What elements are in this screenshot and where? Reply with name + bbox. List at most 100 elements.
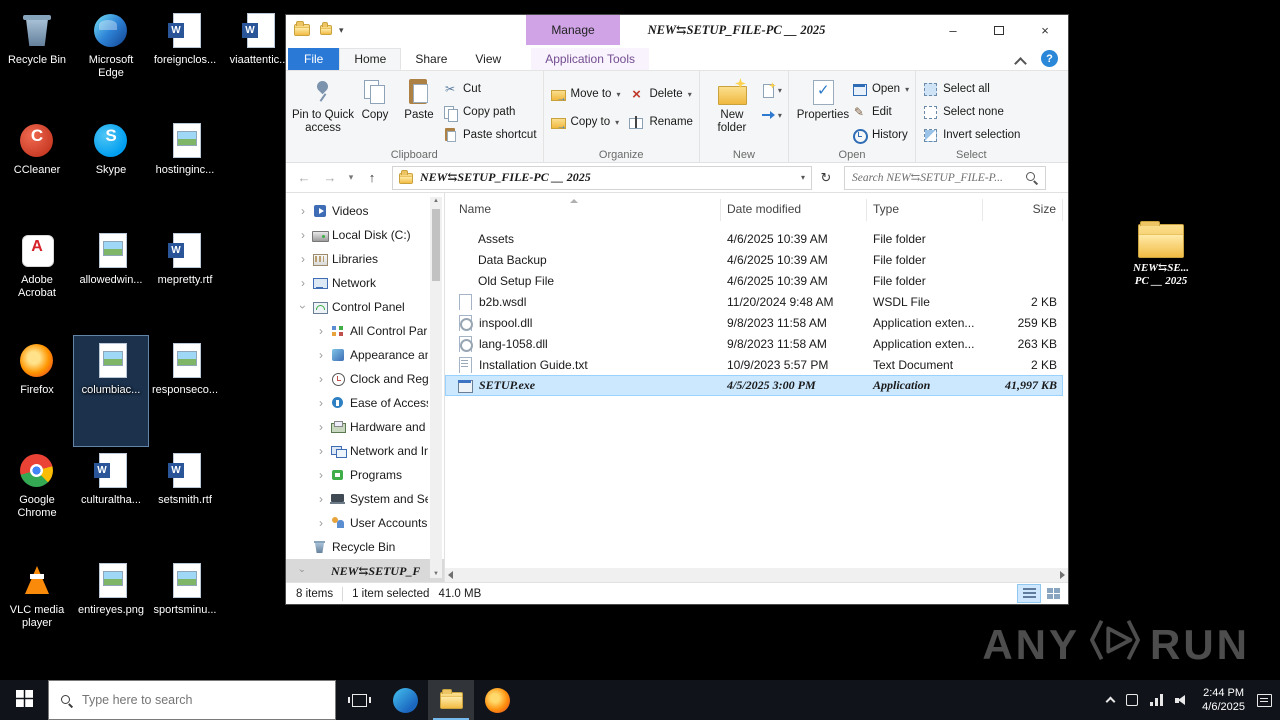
- move-to-button[interactable]: Move to ▾: [550, 86, 620, 104]
- chevron-icon[interactable]: [316, 470, 326, 480]
- open-button[interactable]: Open ▾: [851, 81, 909, 97]
- taskbar-clock[interactable]: 2:44 PM 4/6/2025: [1202, 686, 1245, 715]
- column-size[interactable]: Size: [983, 199, 1063, 221]
- file-row[interactable]: SETUP.exe 4/5/2025 3:00 PM Application 4…: [445, 375, 1063, 396]
- new-item-button[interactable]: ▾: [760, 82, 782, 98]
- chevron-icon[interactable]: [316, 518, 326, 528]
- nav-item[interactable]: System and Se: [286, 487, 444, 511]
- taskbar-file-explorer-button[interactable]: [428, 680, 474, 720]
- desktop-icon[interactable]: mepretty.rtf: [148, 226, 222, 336]
- desktop-icon[interactable]: Microsoft Edge: [74, 6, 148, 116]
- pin-to-quick-access-button[interactable]: Pin to Quick access: [292, 74, 354, 146]
- address-dropdown-icon[interactable]: ▾: [801, 173, 805, 182]
- cut-button[interactable]: ✂ Cut: [442, 81, 537, 97]
- maximize-button[interactable]: [976, 15, 1022, 45]
- title-bar[interactable]: ▾ Manage NEW⇆SETUP_FILE-PC __ 2025 – ×: [286, 15, 1068, 45]
- chevron-icon[interactable]: [316, 374, 326, 384]
- tab-application-tools[interactable]: Application Tools: [531, 48, 650, 70]
- file-row[interactable]: Old Setup File 4/6/2025 10:39 AM File fo…: [445, 270, 1063, 291]
- new-folder-button[interactable]: New folder: [706, 74, 758, 146]
- desktop-icon[interactable]: Recycle Bin: [0, 6, 74, 116]
- task-view-button[interactable]: [336, 680, 382, 720]
- column-name[interactable]: Name: [445, 199, 721, 221]
- chevron-icon[interactable]: [298, 566, 308, 576]
- nav-item[interactable]: NEW⇆SETUP_F: [286, 559, 444, 582]
- copy-button[interactable]: Copy: [354, 74, 396, 146]
- chevron-icon[interactable]: [316, 350, 326, 360]
- tab-file[interactable]: File: [288, 48, 340, 70]
- chevron-icon[interactable]: [316, 422, 326, 432]
- nav-item[interactable]: User Accounts: [286, 511, 444, 535]
- desktop-folder-shortcut[interactable]: NEW⇆SE... PC __ 2025: [1122, 221, 1200, 288]
- scroll-left-icon[interactable]: [448, 571, 453, 579]
- nav-item[interactable]: Hardware and: [286, 415, 444, 439]
- qat-folder-icon[interactable]: [320, 22, 332, 35]
- file-row[interactable]: Data Backup 4/6/2025 10:39 AM File folde…: [445, 249, 1063, 270]
- desktop-icon[interactable]: responseco...: [148, 336, 222, 446]
- nav-item[interactable]: Recycle Bin: [286, 535, 444, 559]
- desktop-icon[interactable]: sportsminu...: [148, 556, 222, 666]
- address-bar[interactable]: NEW⇆SETUP_FILE-PC __ 2025 ▾: [392, 165, 812, 190]
- manage-ribbon-badge[interactable]: Manage: [526, 15, 620, 45]
- history-button[interactable]: History: [851, 127, 909, 144]
- start-button[interactable]: [0, 680, 48, 720]
- chevron-icon[interactable]: [298, 278, 308, 288]
- desktop-icon[interactable]: Google Chrome: [0, 446, 74, 556]
- scroll-right-icon[interactable]: [1060, 571, 1065, 579]
- nav-item[interactable]: Network and In: [286, 439, 444, 463]
- chevron-icon[interactable]: [298, 254, 308, 264]
- edit-button[interactable]: ✎ Edit: [851, 104, 909, 120]
- file-row[interactable]: Assets 4/6/2025 10:39 AM File folder: [445, 228, 1063, 249]
- refresh-button[interactable]: ↻: [814, 166, 838, 190]
- tray-app-icon[interactable]: [1126, 694, 1139, 706]
- search-input[interactable]: [852, 171, 1025, 184]
- select-none-button[interactable]: Select none: [922, 104, 1020, 120]
- up-button[interactable]: ↑: [360, 166, 384, 190]
- chevron-icon[interactable]: [316, 398, 326, 408]
- file-row[interactable]: Installation Guide.txt 10/9/2023 5:57 PM…: [445, 354, 1063, 375]
- file-row[interactable]: b2b.wsdl 11/20/2024 9:48 AM WSDL File 2 …: [445, 291, 1063, 312]
- nav-item[interactable]: Videos: [286, 199, 444, 223]
- hidden-icons-chevron-icon[interactable]: [1105, 696, 1116, 707]
- taskbar-search[interactable]: [48, 680, 336, 720]
- chevron-icon[interactable]: [298, 206, 308, 216]
- desktop-icon[interactable]: columbiac...: [73, 335, 149, 447]
- desktop-icon[interactable]: foreignclos...: [148, 6, 222, 116]
- copy-to-button[interactable]: Copy to ▾: [550, 114, 621, 132]
- copy-path-button[interactable]: Copy path: [442, 104, 537, 122]
- nav-item[interactable]: Programs: [286, 463, 444, 487]
- chevron-icon[interactable]: [298, 230, 308, 240]
- paste-button[interactable]: Paste: [396, 74, 442, 146]
- desktop-icon[interactable]: CCleaner: [0, 116, 74, 226]
- volume-icon[interactable]: [1175, 694, 1190, 707]
- tab-home[interactable]: Home: [339, 48, 402, 70]
- invert-selection-button[interactable]: Invert selection: [922, 127, 1020, 143]
- recent-locations-icon[interactable]: ▾: [344, 166, 358, 190]
- quick-access-toolbar[interactable]: ▾: [320, 22, 344, 36]
- large-icons-view-button[interactable]: [1041, 584, 1065, 603]
- easy-access-button[interactable]: ▾: [760, 107, 782, 123]
- action-center-icon[interactable]: [1257, 693, 1272, 707]
- taskbar-firefox-button[interactable]: [474, 680, 520, 720]
- taskbar-search-input[interactable]: [82, 693, 324, 707]
- tab-view[interactable]: View: [461, 48, 515, 70]
- desktop-icon[interactable]: allowedwin...: [74, 226, 148, 336]
- nav-item[interactable]: Control Panel: [286, 295, 444, 319]
- qat-customize-icon[interactable]: ▾: [339, 25, 344, 36]
- search-box[interactable]: [844, 165, 1046, 190]
- nav-item[interactable]: All Control Par: [286, 319, 444, 343]
- desktop-icon[interactable]: entireyes.png: [74, 556, 148, 666]
- chevron-icon[interactable]: [298, 302, 308, 312]
- desktop-icon[interactable]: hostinginc...: [148, 116, 222, 226]
- nav-item[interactable]: Libraries: [286, 247, 444, 271]
- rename-button[interactable]: Rename: [628, 114, 693, 130]
- select-all-button[interactable]: Select all: [922, 81, 1020, 97]
- nav-item[interactable]: Local Disk (C:): [286, 223, 444, 247]
- taskbar-edge-button[interactable]: [382, 680, 428, 720]
- desktop-icon[interactable]: culturaltha...: [74, 446, 148, 556]
- desktop-icon[interactable]: setsmith.rtf: [148, 446, 222, 556]
- file-row[interactable]: lang-1058.dll 9/8/2023 11:58 AM Applicat…: [445, 333, 1063, 354]
- details-view-button[interactable]: [1017, 584, 1041, 603]
- properties-button[interactable]: Properties: [795, 74, 851, 146]
- back-button[interactable]: ←: [292, 166, 316, 190]
